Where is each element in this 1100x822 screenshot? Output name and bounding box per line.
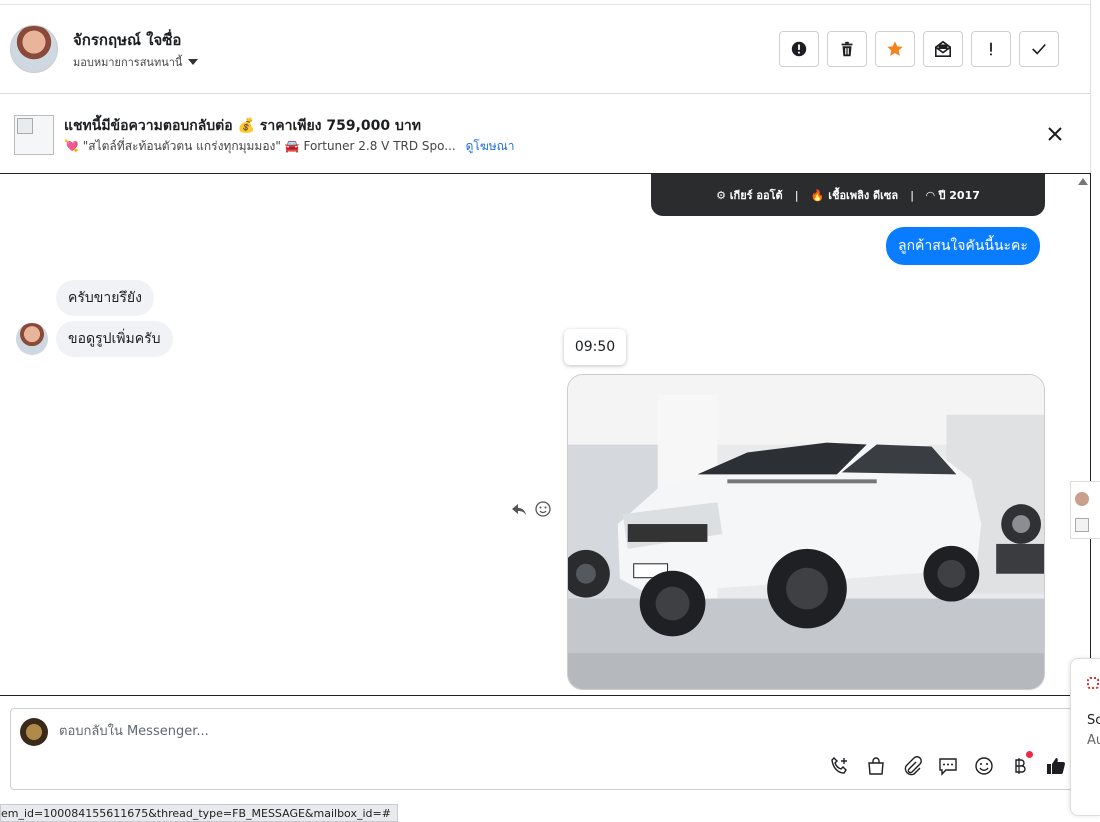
mark-unread-icon xyxy=(934,40,952,58)
spec-separator: | xyxy=(794,188,799,202)
spam-button[interactable] xyxy=(971,31,1011,67)
report-icon xyxy=(791,41,807,57)
spec-fuel: 🔥 เชื้อเพลิง ดีเซล xyxy=(810,189,899,202)
side-text-2: Au xyxy=(1087,733,1100,748)
emoji-button[interactable] xyxy=(973,755,995,777)
side-popup-panel[interactable]: Sc Au xyxy=(1070,658,1100,816)
star-button[interactable] xyxy=(875,31,915,67)
view-ad-link[interactable]: ดูโฆษณา xyxy=(466,139,515,153)
banner-title: แชทนี้มีข้อความตอบกลับต่อ 💰 ราคาเพียง 75… xyxy=(64,118,422,134)
star-icon xyxy=(887,41,903,56)
spec-gear: ⚙ เกียร์ ออโต้ xyxy=(716,189,783,202)
delete-button[interactable] xyxy=(827,31,867,67)
report-button[interactable] xyxy=(779,31,819,67)
incoming-message[interactable]: ขอดูรูปเพิ่มครับ xyxy=(56,321,173,357)
mark-unread-button[interactable] xyxy=(923,31,963,67)
emoji-icon xyxy=(975,757,993,775)
timestamp-tooltip: 09:50 xyxy=(564,329,626,365)
like-button[interactable] xyxy=(1045,755,1067,777)
user-name[interactable]: จักรกฤษณ์ ใจซื่อ xyxy=(73,28,181,52)
saved-replies-button[interactable] xyxy=(937,755,959,777)
chevron-down-icon xyxy=(188,59,199,65)
sender-avatar xyxy=(16,323,48,355)
assign-label: มอบหมายการสนทนานี้ xyxy=(73,56,183,69)
assign-dropdown[interactable]: มอบหมายการสนทนานี้ xyxy=(73,53,199,71)
trash-icon xyxy=(841,41,853,57)
side-thumbnail xyxy=(1075,518,1089,532)
shop-button[interactable] xyxy=(865,755,887,777)
close-icon[interactable] xyxy=(1045,124,1065,144)
ad-spec-card: ⚙ เกียร์ ออโต้ | 🔥 เชื้อเพลิง ดีเซล | ◠ … xyxy=(651,174,1045,216)
loading-icon xyxy=(1087,677,1099,689)
attach-icon xyxy=(904,756,922,776)
call-icon xyxy=(831,757,847,774)
notification-dot xyxy=(1026,751,1033,758)
ad-reply-banner: แชทนี้มีข้อความตอบกลับต่อ 💰 ราคาเพียง 75… xyxy=(0,95,1091,173)
outgoing-message[interactable]: ลูกค้าสนใจคันนี้นะคะ xyxy=(886,227,1040,265)
done-button[interactable] xyxy=(1019,31,1059,67)
reply-composer xyxy=(10,708,1080,790)
react-emoji-icon[interactable] xyxy=(535,501,551,517)
banner-subtitle-text: 💘 "สไตล์ที่สะท้อนตัวตน แกร่งทุกมุมมอง" 🚘… xyxy=(64,139,456,153)
side-avatar xyxy=(1075,492,1089,506)
done-icon xyxy=(1032,43,1046,55)
top-divider xyxy=(0,0,1090,5)
shop-icon xyxy=(868,757,884,775)
composer-tools xyxy=(829,751,1067,777)
inbox-thread-view: จักรกฤษณ์ ใจซื่อ มอบหมายการสนทนานี้ แชทน… xyxy=(0,0,1100,822)
thread-header: จักรกฤษณ์ ใจซื่อ มอบหมายการสนทนานี้ xyxy=(0,0,1091,94)
user-avatar[interactable] xyxy=(10,25,58,73)
car-photo xyxy=(568,375,1044,689)
spam-icon xyxy=(990,42,992,56)
spec-separator: | xyxy=(910,188,915,202)
reply-icon[interactable] xyxy=(511,501,527,517)
call-button[interactable] xyxy=(829,755,851,777)
side-thread-preview[interactable] xyxy=(1070,481,1100,539)
header-actions xyxy=(779,31,1059,67)
car-photo-message[interactable] xyxy=(567,374,1045,690)
like-icon xyxy=(1047,758,1065,774)
message-list[interactable]: ⚙ เกียร์ ออโต้ | 🔥 เชื้อเพลิง ดีเซล | ◠ … xyxy=(0,173,1091,696)
side-text-1: Sc xyxy=(1087,713,1100,728)
scroll-up-arrow[interactable] xyxy=(1078,178,1088,185)
link-status-bar: em_id=100084155611675&thread_type=FB_MES… xyxy=(0,804,398,822)
baht-icon xyxy=(1015,758,1026,774)
message-input[interactable] xyxy=(59,719,959,743)
spec-year: ◠ ปี 2017 xyxy=(926,189,980,202)
banner-subtitle: 💘 "สไตล์ที่สะท้อนตัวตน แกร่งทุกมุมมอง" 🚘… xyxy=(64,137,515,156)
page-avatar xyxy=(20,718,48,746)
attach-button[interactable] xyxy=(901,755,923,777)
incoming-message[interactable]: ครับขายรึยัง xyxy=(56,280,154,316)
ad-thumbnail xyxy=(14,115,54,155)
saved-replies-icon xyxy=(939,758,957,776)
payment-button[interactable] xyxy=(1009,751,1033,777)
